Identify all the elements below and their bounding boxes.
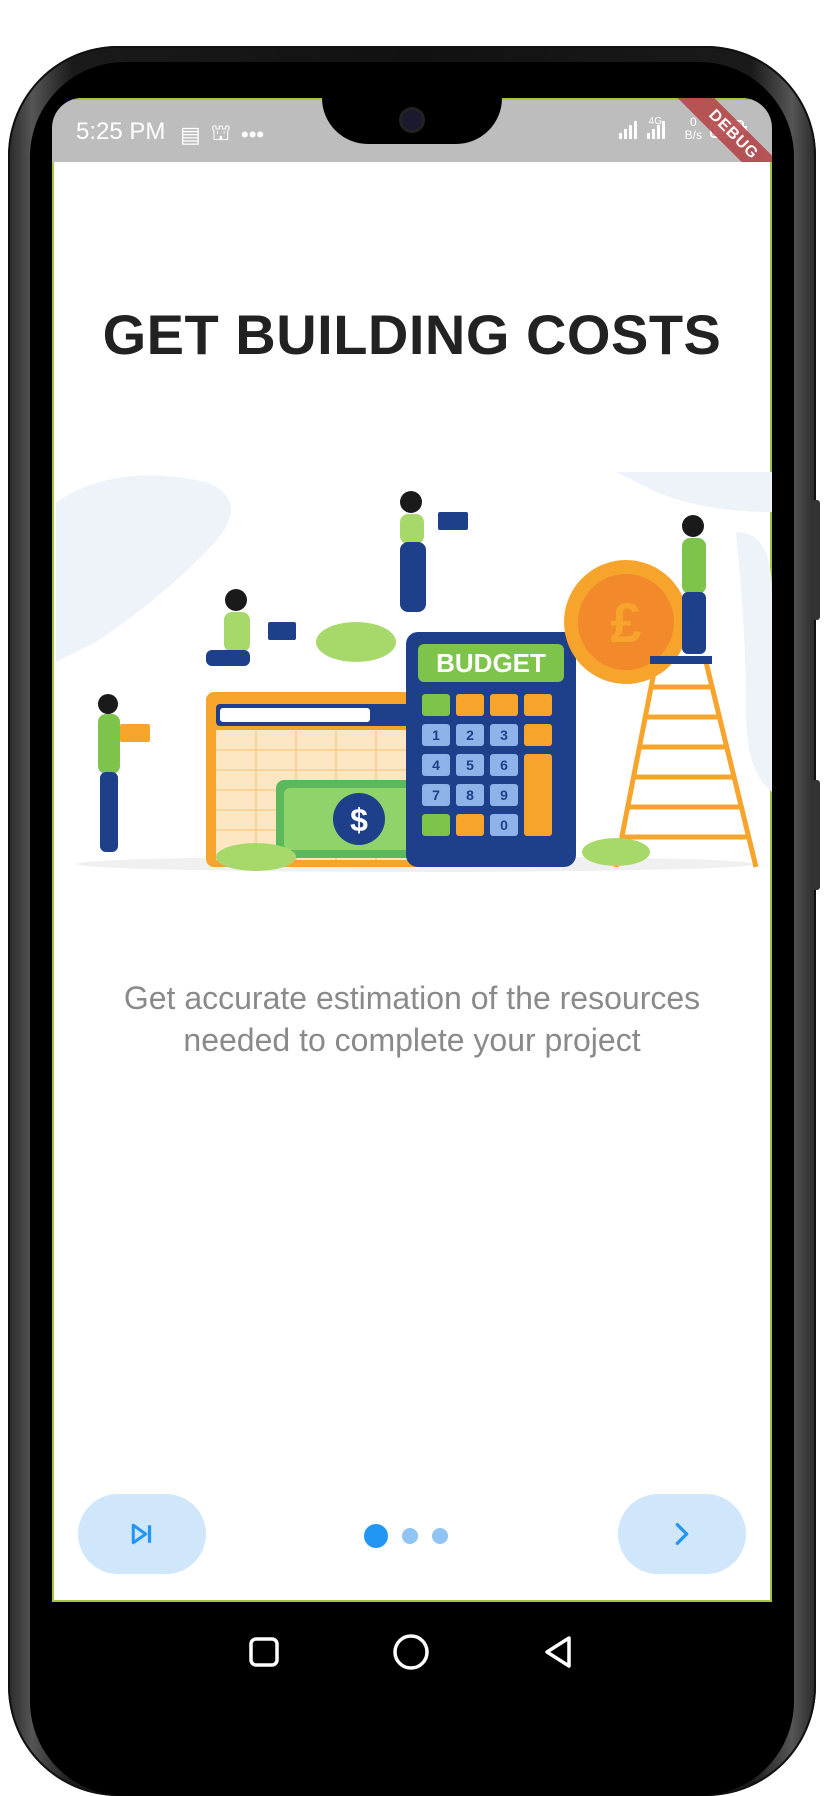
key-5: 5 <box>466 757 474 773</box>
phone-screen: 5:25 PM ▤ ⛫ ••• 4G 0 B/s DEBUG GET BUILD… <box>52 98 772 1701</box>
page-indicator <box>364 1524 448 1548</box>
page-description: Get accurate estimation of the resources… <box>123 980 701 1058</box>
status-time: 5:25 PM <box>76 118 166 145</box>
home-circle-icon[interactable] <box>391 1632 431 1672</box>
more-notifications-icon: ••• <box>241 121 265 147</box>
key-4: 4 <box>432 757 440 773</box>
key-1: 1 <box>432 727 440 743</box>
network-type: 4G <box>648 116 662 127</box>
skip-button[interactable] <box>78 1494 206 1574</box>
next-button[interactable] <box>618 1494 746 1574</box>
signal-icon <box>618 121 665 139</box>
network-speed-unit: B/s <box>684 128 702 142</box>
camera-icon <box>402 110 422 130</box>
key-0: 0 <box>500 817 508 833</box>
power-button <box>812 780 820 890</box>
page-dot-3[interactable] <box>432 1528 448 1544</box>
news-icon: ▤ <box>180 121 201 147</box>
key-2: 2 <box>466 727 474 743</box>
page-title: GET BUILDING COSTS <box>102 303 722 366</box>
key-7: 7 <box>432 787 440 803</box>
android-nav-bar <box>52 1602 772 1701</box>
key-6: 6 <box>500 757 508 773</box>
volume-button <box>812 500 820 620</box>
notification-icons: ▤ ⛫ ••• <box>180 120 264 149</box>
cake-icon: ⛫ <box>210 120 232 145</box>
onboarding-page: GET BUILDING COSTS $ BUDGET 1 2 3 4 5 6 … <box>52 162 772 1602</box>
page-dot-2[interactable] <box>402 1528 418 1544</box>
skip-next-icon <box>131 1523 152 1545</box>
dollar-sign: $ <box>350 802 368 838</box>
key-3: 3 <box>500 727 508 743</box>
budget-illustration: $ BUDGET 1 2 3 4 5 6 7 8 9 0 £ <box>56 472 772 872</box>
key-9: 9 <box>500 787 508 803</box>
key-8: 8 <box>466 787 474 803</box>
budget-label: BUDGET <box>436 648 546 678</box>
chevron-right-icon <box>675 1523 689 1545</box>
pound-sign: £ <box>610 591 641 654</box>
page-dot-1[interactable] <box>364 1524 388 1548</box>
recents-square-icon[interactable] <box>247 1635 281 1669</box>
back-triangle-icon[interactable] <box>541 1634 577 1670</box>
